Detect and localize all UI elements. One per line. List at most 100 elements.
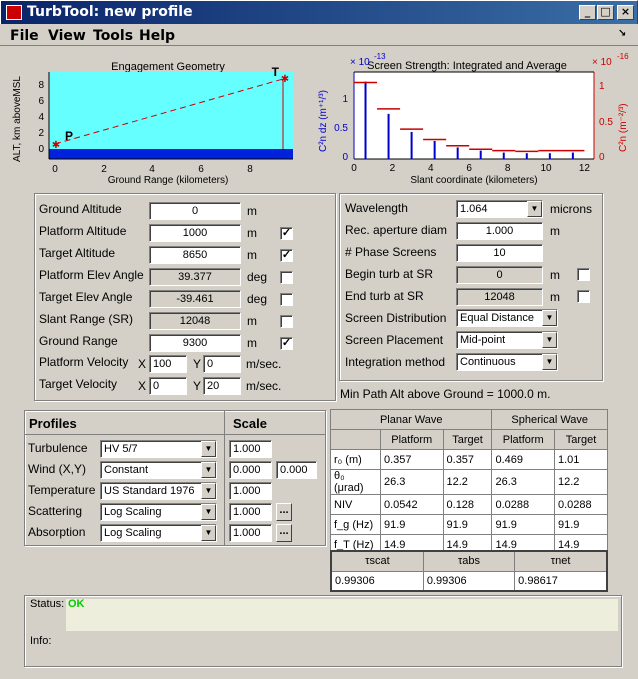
cell: 26.3	[491, 469, 555, 495]
begin-turb-unit: m	[550, 268, 560, 282]
profiles-title: Profiles	[29, 416, 77, 431]
chevron-down-icon: ▼	[201, 504, 216, 520]
tau-abs-header: τabs	[422, 550, 516, 572]
screen-distribution-label: Screen Distribution	[345, 311, 447, 325]
profile-select[interactable]: Log Scaling ▼	[100, 524, 217, 542]
wavelength-unit: microns	[550, 202, 593, 216]
geo-row-input[interactable]: -39.461	[149, 290, 241, 308]
geom-xtick: 6	[198, 164, 204, 175]
profile-label: Wind (X,Y)	[28, 462, 87, 476]
geo-row-input[interactable]: 1000	[149, 224, 241, 242]
screen-placement-select[interactable]: Mid-point ▼	[456, 331, 558, 349]
more-button[interactable]: ...	[276, 524, 292, 542]
table-row: f_g (Hz) 91.9 91.9 91.9 91.9	[330, 514, 608, 535]
profile-scale-input[interactable]: 1.000	[229, 440, 272, 458]
profile-select[interactable]: US Standard 1976 ▼	[100, 482, 217, 500]
aperture-input[interactable]: 1.000	[456, 222, 543, 240]
wavelength-select[interactable]: 1.064 ▼	[456, 200, 543, 218]
geo-row-input[interactable]: 12048	[149, 312, 241, 330]
geo-row-checkbox[interactable]: ✓	[280, 249, 293, 262]
menu-tools[interactable]: Tools	[93, 28, 133, 44]
menu-help[interactable]: Help	[139, 28, 175, 44]
integration-method-label: Integration method	[345, 355, 446, 369]
menu-view[interactable]: View	[48, 28, 86, 44]
geom-xtick: 2	[101, 164, 107, 175]
geo-row-checkbox[interactable]	[280, 293, 293, 306]
integration-method-value: Continuous	[460, 356, 516, 368]
dock-arrow-icon[interactable]: ↘	[618, 28, 626, 39]
profile-select[interactable]: Constant ▼	[100, 461, 217, 479]
geo-row-input[interactable]: 0	[149, 202, 241, 220]
col-header: Platform	[491, 429, 555, 450]
menu-file[interactable]: File	[10, 28, 39, 44]
profile-value: HV 5/7	[104, 443, 138, 455]
planar-wave-header: Planar Wave	[329, 409, 493, 430]
profile-scale-input[interactable]: 1.000	[229, 524, 272, 542]
screen-chart-title: Screen Strength: Integrated and Average	[367, 60, 567, 72]
profile-select[interactable]: Log Scaling ▼	[100, 503, 217, 521]
cell: 12.2	[442, 469, 493, 495]
target-velocity-y-input[interactable]: 20	[203, 377, 241, 395]
platform-marker-label: P	[65, 129, 73, 143]
maximize-button[interactable]: □	[597, 5, 614, 20]
end-turb-input[interactable]: 12048	[456, 288, 543, 306]
right-ytick: 0	[599, 152, 605, 163]
target-marker: ✱	[281, 74, 289, 85]
end-turb-label: End turb at SR	[345, 289, 424, 303]
profile-scale2-input[interactable]: 0.000	[276, 461, 317, 479]
left-ytick: 0.5	[334, 123, 348, 134]
geo-row-checkbox[interactable]	[280, 315, 293, 328]
screen-placement-value: Mid-point	[460, 334, 506, 346]
tau-net-header: τnet	[514, 550, 608, 572]
geometry-title: Engagement Geometry	[111, 61, 225, 73]
table-row: θ₀ (μrad) 26.3 12.2 26.3 12.2	[330, 469, 608, 495]
screen-distribution-select[interactable]: Equal Distance ▼	[456, 309, 558, 327]
tau-net-value: 0.98617	[514, 570, 608, 592]
screen-left-ylabel: C²n dz (m⁺¹/³)	[318, 90, 329, 152]
geo-row-checkbox[interactable]	[280, 271, 293, 284]
tau-scat-header: τscat	[330, 550, 424, 572]
geo-row-input[interactable]: 8650	[149, 246, 241, 264]
profile-scale-input[interactable]: 0.000	[229, 461, 272, 479]
tv-y-label: Y	[193, 379, 202, 393]
profile-label: Temperature	[28, 483, 96, 497]
begin-turb-checkbox[interactable]	[577, 268, 590, 281]
left-exponent-power: -13	[374, 52, 386, 61]
left-ytick: 1	[342, 94, 348, 105]
close-button[interactable]: ×	[617, 5, 634, 20]
geo-row-checkbox[interactable]: ✓	[280, 227, 293, 240]
geo-row-unit: m	[247, 314, 257, 328]
platform-velocity-x-input[interactable]: 100	[149, 355, 187, 373]
geo-row-label: Ground Range	[39, 334, 118, 348]
profile-scale-input[interactable]: 1.000	[229, 482, 272, 500]
begin-turb-input[interactable]: 0	[456, 266, 543, 284]
aperture-label: Rec. aperture diam	[345, 223, 448, 237]
profile-scale-input[interactable]: 1.000	[229, 503, 272, 521]
wavelength-label: Wavelength	[345, 201, 408, 215]
phase-screens-input[interactable]: 10	[456, 244, 543, 262]
geo-row-label: Platform Altitude	[39, 224, 127, 238]
cell: 0.128	[442, 494, 493, 515]
minimize-button[interactable]: _	[579, 5, 596, 20]
geo-row-unit: m	[247, 204, 257, 218]
more-button[interactable]: ...	[276, 503, 292, 521]
right-ytick: 0.5	[599, 117, 613, 128]
profile-select[interactable]: HV 5/7 ▼	[100, 440, 217, 458]
spherical-wave-header: Spherical Wave	[491, 409, 608, 430]
end-turb-checkbox[interactable]	[577, 290, 590, 303]
geo-row-checkbox[interactable]: ✓	[280, 337, 293, 350]
right-ytick: 1	[599, 81, 605, 92]
chevron-down-icon: ▼	[542, 354, 557, 370]
geo-row-input[interactable]: 39.377	[149, 268, 241, 286]
chevron-down-icon: ▼	[201, 525, 216, 541]
chevron-down-icon: ▼	[201, 483, 216, 499]
target-velocity-x-input[interactable]: 0	[149, 377, 187, 395]
geom-ytick: 8	[38, 80, 44, 91]
geo-row-input[interactable]: 9300	[149, 334, 241, 352]
integration-method-select[interactable]: Continuous ▼	[456, 353, 558, 371]
cell: 1.01	[554, 449, 608, 470]
results-table: Planar Wave Spherical Wave Platform Targe…	[329, 409, 608, 555]
status-box	[66, 599, 618, 631]
platform-velocity-y-input[interactable]: 0	[203, 355, 241, 373]
tau-table: τscat τabs τnet 0.99306 0.99306 0.98617	[330, 550, 608, 592]
